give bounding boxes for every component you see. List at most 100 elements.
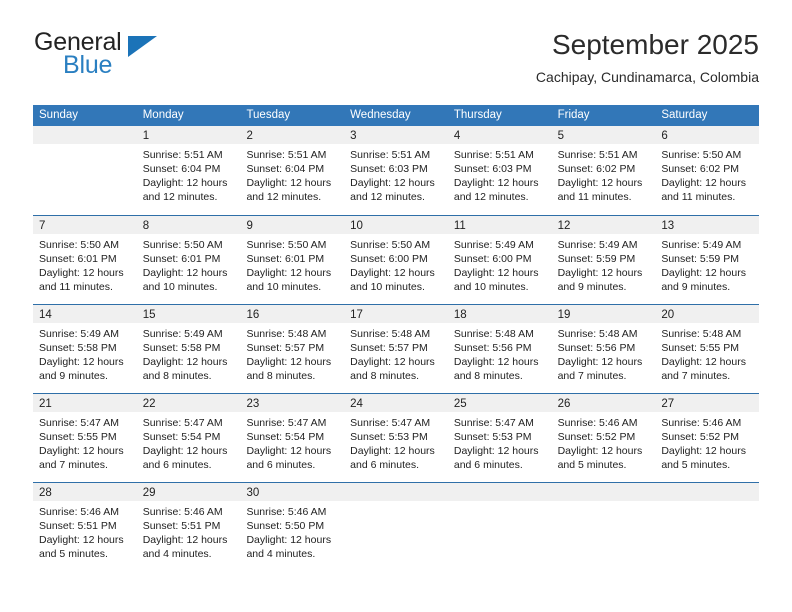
day-number: 7	[39, 220, 46, 232]
calendar-day-cell[interactable]: 16 Sunrise: 5:48 AM Sunset: 5:57 PM Dayligh…	[240, 305, 345, 393]
weekday-header-monday: Monday	[142, 109, 184, 121]
calendar-day-cell[interactable]: 14 Sunrise: 5:49 AM Sunset: 5:58 PM Dayligh…	[33, 305, 137, 393]
day-number-band: 28	[33, 483, 137, 501]
calendar-day-cell[interactable]: 26 Sunrise: 5:46 AM Sunset: 5:52 PM Dayligh…	[551, 394, 656, 482]
daylight-text-line1: Daylight: 12 hours	[246, 267, 332, 279]
day-details: Sunrise: 5:50 AM Sunset: 6:01 PM Daylight:…	[33, 234, 137, 294]
day-number: 27	[661, 398, 675, 410]
daylight-text-line1: Daylight: 12 hours	[246, 534, 332, 546]
calendar-day-cell[interactable]: 10 Sunrise: 5:50 AM Sunset: 6:00 PM Dayligh…	[344, 216, 448, 304]
sunrise-text: Sunrise: 5:47 AM	[350, 417, 431, 429]
calendar-day-cell[interactable]: 3 Sunrise: 5:51 AM Sunset: 6:03 PM Daylight…	[344, 126, 448, 215]
day-number-band: 27	[655, 394, 760, 412]
calendar-day-cell[interactable]: 28 Sunrise: 5:46 AM Sunset: 5:51 PM Dayligh…	[33, 483, 137, 571]
day-number: 21	[39, 398, 52, 410]
day-details: Sunrise: 5:48 AM Sunset: 5:57 PM Daylight:…	[240, 323, 344, 383]
day-number: 12	[557, 220, 571, 232]
calendar-week-row: 1 Sunrise: 5:51 AM Sunset: 6:04 PM Daylight…	[33, 126, 760, 215]
day-details: Sunrise: 5:51 AM Sunset: 6:03 PM Daylight:…	[344, 144, 448, 204]
day-number: 22	[142, 398, 156, 410]
daylight-text-line1: Daylight: 12 hours	[39, 534, 124, 546]
sunset-text: Sunset: 5:54 PM	[142, 431, 221, 443]
day-number: 30	[246, 487, 260, 499]
sunrise-text: Sunrise: 5:51 AM	[453, 149, 534, 161]
daylight-text-line2: and 10 minutes.	[246, 281, 322, 293]
calendar-day-cell[interactable]: 27 Sunrise: 5:46 AM Sunset: 5:52 PM Dayligh…	[655, 394, 760, 482]
day-details: Sunrise: 5:48 AM Sunset: 5:55 PM Daylight:…	[655, 323, 759, 383]
day-number-band: 17	[344, 305, 448, 323]
blue-triangle-icon	[128, 36, 157, 57]
day-details: Sunrise: 5:50 AM Sunset: 6:02 PM Daylight:…	[655, 144, 759, 204]
day-details: Sunrise: 5:49 AM Sunset: 5:59 PM Daylight:…	[552, 234, 656, 294]
day-number: 16	[246, 309, 260, 321]
day-details: Sunrise: 5:51 AM Sunset: 6:04 PM Daylight:…	[137, 144, 241, 204]
day-number: 1	[142, 130, 150, 142]
day-number-band	[655, 483, 760, 501]
page-subtitle: Cachipay, Cundinamarca, Colombia	[535, 69, 759, 85]
calendar-page: General Blue September 2025 Cachipay, Cu…	[0, 0, 792, 612]
calendar-day-cell[interactable]: 15 Sunrise: 5:49 AM Sunset: 5:58 PM Dayligh…	[136, 305, 241, 393]
calendar-day-cell[interactable]: 30 Sunrise: 5:46 AM Sunset: 5:50 PM Dayligh…	[240, 483, 345, 571]
daylight-text-line2: and 10 minutes.	[142, 281, 218, 293]
calendar-day-cell[interactable]: 12 Sunrise: 5:49 AM Sunset: 5:59 PM Dayligh…	[551, 216, 656, 304]
daylight-text-line2: and 8 minutes.	[246, 370, 316, 382]
calendar-day-cell-empty	[344, 483, 448, 571]
calendar-day-cell[interactable]: 11 Sunrise: 5:49 AM Sunset: 6:00 PM Dayligh…	[447, 216, 552, 304]
weekday-header-friday: Friday	[557, 109, 590, 121]
daylight-text-line1: Daylight: 12 hours	[557, 177, 643, 189]
general-blue-logo[interactable]: General Blue	[33, 28, 233, 90]
calendar-day-cell[interactable]: 21 Sunrise: 5:47 AM Sunset: 5:55 PM Dayligh…	[33, 394, 137, 482]
day-number-band: 14	[33, 305, 137, 323]
calendar-day-cell[interactable]: 8 Sunrise: 5:50 AM Sunset: 6:01 PM Daylight…	[136, 216, 241, 304]
calendar-day-cell[interactable]: 19 Sunrise: 5:48 AM Sunset: 5:56 PM Dayligh…	[551, 305, 656, 393]
day-number-band: 18	[447, 305, 552, 323]
daylight-text-line2: and 6 minutes.	[453, 459, 523, 471]
daylight-text-line1: Daylight: 12 hours	[557, 445, 643, 457]
day-number-band	[551, 483, 656, 501]
daylight-text-line2: and 6 minutes.	[142, 459, 212, 471]
weekday-header-thursday: Thursday	[453, 109, 502, 121]
weekday-header-row: Sunday Monday Tuesday Wednesday Thursday Frid…	[33, 105, 759, 126]
calendar-day-cell[interactable]: 6 Sunrise: 5:50 AM Sunset: 6:02 PM Daylight…	[655, 126, 760, 215]
calendar-day-cell[interactable]: 4 Sunrise: 5:51 AM Sunset: 6:03 PM Daylight…	[447, 126, 552, 215]
calendar-day-cell[interactable]: 25 Sunrise: 5:47 AM Sunset: 5:53 PM Dayligh…	[447, 394, 552, 482]
day-details: Sunrise: 5:50 AM Sunset: 6:00 PM Daylight:…	[344, 234, 448, 294]
sunrise-text: Sunrise: 5:48 AM	[557, 328, 638, 340]
calendar-day-cell[interactable]: 9 Sunrise: 5:50 AM Sunset: 6:01 PM Daylight…	[240, 216, 345, 304]
day-number-band	[344, 483, 448, 501]
sunrise-text: Sunrise: 5:48 AM	[350, 328, 431, 340]
sunrise-text: Sunrise: 5:46 AM	[39, 506, 119, 518]
daylight-text-line2: and 5 minutes.	[39, 548, 108, 560]
daylight-text-line2: and 12 minutes.	[453, 191, 529, 203]
day-number-band: 12	[551, 216, 656, 234]
calendar-day-cell[interactable]: 23 Sunrise: 5:47 AM Sunset: 5:54 PM Dayligh…	[240, 394, 345, 482]
calendar-day-cell[interactable]: 13 Sunrise: 5:49 AM Sunset: 5:59 PM Dayligh…	[655, 216, 760, 304]
weekday-header-wednesday: Wednesday	[350, 109, 411, 121]
calendar-day-cell[interactable]: 5 Sunrise: 5:51 AM Sunset: 6:02 PM Daylight…	[551, 126, 656, 215]
day-details: Sunrise: 5:46 AM Sunset: 5:51 PM Daylight:…	[33, 501, 137, 561]
day-number: 26	[557, 398, 571, 410]
calendar-day-cell[interactable]: 7 Sunrise: 5:50 AM Sunset: 6:01 PM Daylight…	[33, 216, 137, 304]
sunrise-text: Sunrise: 5:46 AM	[661, 417, 742, 429]
sunrise-text: Sunrise: 5:48 AM	[246, 328, 327, 340]
day-number-band: 21	[33, 394, 137, 412]
daylight-text-line2: and 4 minutes.	[246, 548, 316, 560]
calendar-day-cell[interactable]: 22 Sunrise: 5:47 AM Sunset: 5:54 PM Dayligh…	[136, 394, 241, 482]
sunset-text: Sunset: 5:55 PM	[661, 342, 739, 354]
calendar-day-cell[interactable]: 20 Sunrise: 5:48 AM Sunset: 5:55 PM Dayligh…	[655, 305, 760, 393]
calendar-day-cell[interactable]: 24 Sunrise: 5:47 AM Sunset: 5:53 PM Dayligh…	[344, 394, 448, 482]
calendar-day-cell[interactable]: 17 Sunrise: 5:48 AM Sunset: 5:57 PM Dayligh…	[344, 305, 448, 393]
calendar-day-cell[interactable]: 18 Sunrise: 5:48 AM Sunset: 5:56 PM Dayligh…	[447, 305, 552, 393]
day-details: Sunrise: 5:48 AM Sunset: 5:57 PM Daylight:…	[344, 323, 448, 383]
day-number: 17	[350, 309, 363, 321]
sunrise-text: Sunrise: 5:46 AM	[142, 506, 223, 518]
calendar-day-cell[interactable]: 29 Sunrise: 5:46 AM Sunset: 5:51 PM Dayligh…	[136, 483, 241, 571]
day-details: Sunrise: 5:49 AM Sunset: 6:00 PM Daylight:…	[448, 234, 552, 294]
day-number-band: 29	[136, 483, 241, 501]
sunrise-text: Sunrise: 5:48 AM	[453, 328, 534, 340]
day-number: 10	[350, 220, 363, 232]
daylight-text-line1: Daylight: 12 hours	[246, 177, 332, 189]
calendar-day-cell[interactable]: 1 Sunrise: 5:51 AM Sunset: 6:04 PM Daylight…	[136, 126, 241, 215]
calendar-day-cell[interactable]: 2 Sunrise: 5:51 AM Sunset: 6:04 PM Daylight…	[240, 126, 345, 215]
sunset-text: Sunset: 5:55 PM	[39, 431, 117, 443]
